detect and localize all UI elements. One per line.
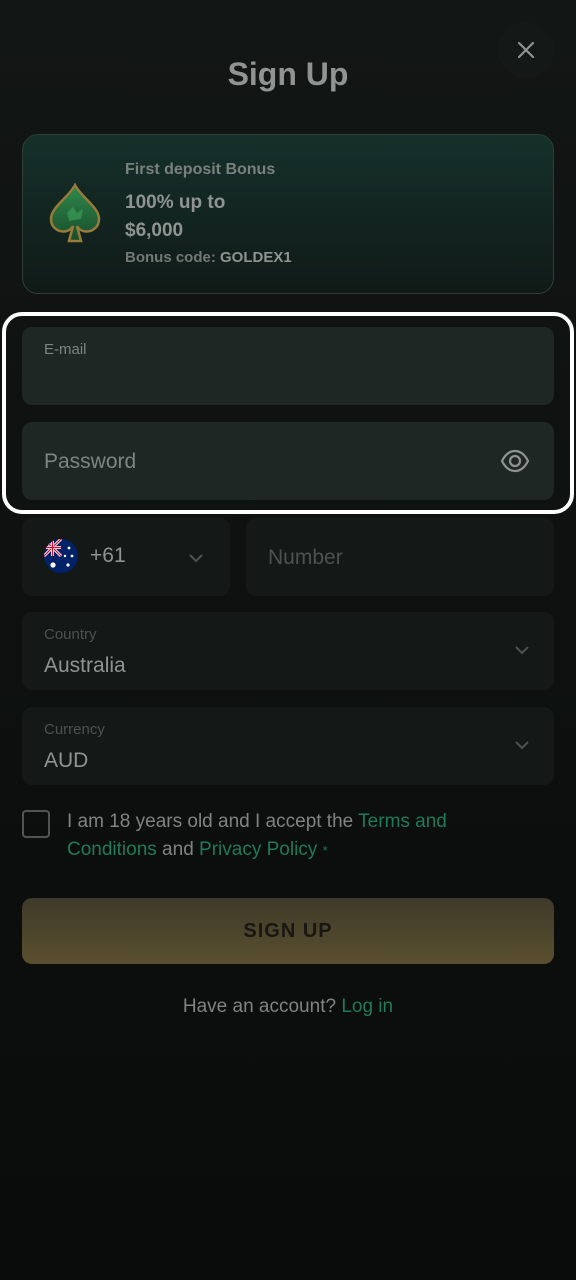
login-link[interactable]: Log in bbox=[341, 996, 393, 1017]
terms-text: I am 18 years old and I accept the Terms… bbox=[67, 808, 507, 865]
terms-middle: and bbox=[156, 839, 200, 860]
phone-number-placeholder: Number bbox=[268, 546, 343, 569]
signup-screen: Sign Up First deposit Bonus 100% up to $… bbox=[0, 0, 576, 1280]
spade-icon bbox=[49, 183, 101, 243]
required-mark: * bbox=[322, 843, 328, 858]
currency-label: Currency bbox=[44, 721, 105, 738]
bonus-code-value: GOLDEX1 bbox=[220, 249, 292, 266]
signup-button[interactable]: SIGN UP bbox=[22, 898, 554, 964]
terms-checkbox[interactable] bbox=[22, 810, 50, 838]
terms-prefix: I am 18 years old and I accept the bbox=[67, 811, 359, 832]
chevron-down-icon bbox=[515, 646, 529, 655]
login-prompt: Have an account? Log in bbox=[0, 996, 576, 1018]
phone-number-input[interactable]: Number bbox=[246, 518, 554, 596]
country-label: Country bbox=[44, 626, 97, 643]
country-select[interactable]: Country Australia bbox=[22, 612, 554, 690]
bonus-amount: 100% up to $6,000 bbox=[125, 189, 345, 245]
phone-code-value: +61 bbox=[90, 544, 126, 567]
focus-highlight bbox=[2, 312, 574, 514]
bonus-amount-line2: $6,000 bbox=[125, 220, 184, 241]
bonus-code-label: Bonus code: bbox=[125, 249, 216, 266]
chevron-down-icon bbox=[189, 554, 203, 563]
bonus-card: First deposit Bonus 100% up to $6,000 Bo… bbox=[22, 134, 554, 294]
bonus-amount-line1: 100% up to bbox=[125, 192, 226, 213]
page-title: Sign Up bbox=[227, 56, 349, 92]
bonus-code: Bonus code: GOLDEX1 bbox=[125, 249, 292, 266]
country-value: Australia bbox=[44, 654, 126, 677]
currency-select[interactable]: Currency AUD bbox=[22, 707, 554, 785]
bonus-caption: First deposit Bonus bbox=[125, 161, 276, 178]
currency-value: AUD bbox=[44, 749, 89, 772]
phone-code-select[interactable]: +61 bbox=[22, 518, 230, 596]
australia-flag-icon bbox=[44, 539, 78, 573]
chevron-down-icon bbox=[515, 741, 529, 750]
login-prompt-text: Have an account? bbox=[182, 996, 342, 1017]
privacy-link[interactable]: Privacy Policy bbox=[199, 839, 317, 860]
